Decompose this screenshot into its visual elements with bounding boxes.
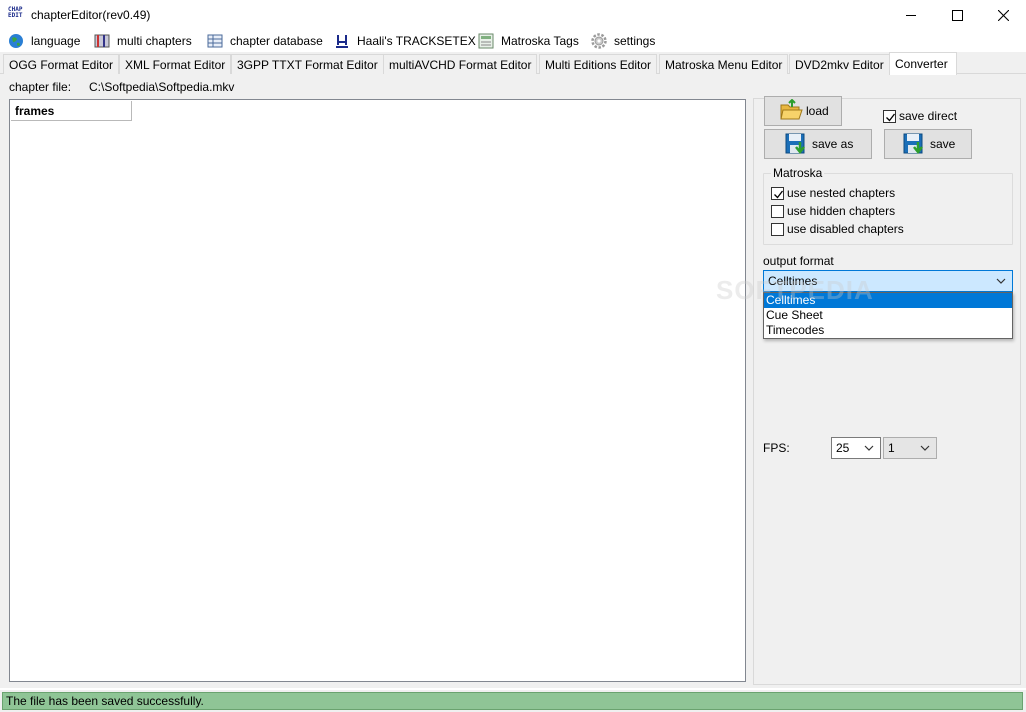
save-icon bbox=[903, 132, 927, 156]
save-as-icon bbox=[785, 132, 809, 156]
menu-settings[interactable]: settings bbox=[591, 31, 655, 51]
tags-icon bbox=[478, 33, 494, 49]
close-button[interactable] bbox=[980, 0, 1026, 30]
tab-dvd2mkv-editor[interactable]: DVD2mkv Editor bbox=[789, 54, 890, 74]
globe-icon bbox=[8, 33, 24, 49]
status-message: The file has been saved successfully. bbox=[2, 692, 1023, 710]
status-bar: The file has been saved successfully. bbox=[0, 690, 1026, 712]
output-format-option-timecodes[interactable]: Timecodes bbox=[764, 323, 1012, 338]
options-panel: load save direct save as save Matroska u… bbox=[753, 96, 1021, 685]
save-direct-checkbox[interactable]: save direct bbox=[883, 109, 957, 123]
fps-select[interactable]: 25 bbox=[831, 437, 881, 459]
output-format-dropdown: Celltimes Cue Sheet Timecodes bbox=[763, 292, 1013, 339]
output-format-label: output format bbox=[763, 254, 834, 268]
minimize-button[interactable] bbox=[888, 0, 934, 30]
frames-list[interactable]: frames bbox=[9, 99, 746, 682]
use-disabled-chapters-checkbox[interactable]: use disabled chapters bbox=[771, 222, 904, 236]
maximize-icon bbox=[951, 9, 963, 21]
use-nested-chapters-checkbox[interactable]: use nested chapters bbox=[771, 186, 895, 200]
gear-icon bbox=[591, 33, 607, 49]
matroska-group: Matroska use nested chapters use hidden … bbox=[763, 166, 1013, 245]
app-icon: CHAP EDIT bbox=[8, 6, 23, 19]
tab-ogg-format-editor[interactable]: OGG Format Editor bbox=[3, 54, 120, 74]
checkbox-box bbox=[771, 204, 784, 218]
tab-matroska-menu-editor[interactable]: Matroska Menu Editor bbox=[659, 54, 789, 74]
checkbox-box bbox=[771, 186, 784, 200]
window-title: chapterEditor(rev0.49) bbox=[31, 8, 151, 22]
chevron-down-icon bbox=[996, 278, 1006, 284]
fps-label: FPS: bbox=[763, 441, 790, 455]
menu-chapter-database[interactable]: chapter database bbox=[207, 31, 323, 51]
save-button[interactable]: save bbox=[884, 129, 972, 159]
chevron-down-icon bbox=[864, 445, 874, 451]
tab-multiavchd-format-editor[interactable]: multiAVCHD Format Editor bbox=[383, 54, 538, 74]
title-bar: CHAP EDIT chapterEditor(rev0.49) bbox=[0, 0, 1026, 30]
haali-icon bbox=[334, 33, 350, 49]
maximize-button[interactable] bbox=[934, 0, 980, 30]
frames-column-header[interactable]: frames bbox=[11, 101, 132, 121]
checkbox-box bbox=[771, 222, 784, 236]
tab-multi-editions-editor[interactable]: Multi Editions Editor bbox=[539, 54, 658, 74]
load-button[interactable]: load bbox=[764, 96, 842, 126]
use-hidden-chapters-checkbox[interactable]: use hidden chapters bbox=[771, 204, 895, 218]
menu-multi-chapters[interactable]: multi chapters bbox=[94, 31, 192, 51]
folder-open-icon bbox=[779, 98, 803, 123]
tab-converter[interactable]: Converter bbox=[889, 52, 957, 75]
output-format-option-celltimes[interactable]: Celltimes bbox=[764, 293, 1012, 308]
checkbox-box bbox=[883, 109, 896, 123]
matroska-group-title: Matroska bbox=[771, 166, 825, 180]
converter-panel: chapter file: C:\Softpedia\Softpedia.mkv… bbox=[0, 74, 1026, 688]
chapter-file-label: chapter file: bbox=[9, 80, 72, 94]
output-format-option-cue-sheet[interactable]: Cue Sheet bbox=[764, 308, 1012, 323]
tab-3gpp-ttxt-format-editor[interactable]: 3GPP TTXT Format Editor bbox=[231, 54, 384, 74]
output-format-select[interactable]: Celltimes bbox=[763, 270, 1013, 292]
database-icon bbox=[207, 33, 223, 49]
book-icon bbox=[94, 33, 110, 49]
fps-divisor-select[interactable]: 1 bbox=[883, 437, 937, 459]
menu-bar: language multi chapters chapter database… bbox=[0, 30, 1026, 52]
chevron-down-icon bbox=[920, 445, 930, 451]
menu-matroska-tags[interactable]: Matroska Tags bbox=[478, 31, 579, 51]
close-icon bbox=[997, 9, 1009, 21]
tab-xml-format-editor[interactable]: XML Format Editor bbox=[119, 54, 232, 74]
chapter-file-path: C:\Softpedia\Softpedia.mkv bbox=[89, 80, 235, 94]
menu-language[interactable]: language bbox=[8, 31, 80, 51]
minimize-icon bbox=[905, 14, 916, 16]
save-as-button[interactable]: save as bbox=[764, 129, 872, 159]
menu-haali-tracksetex[interactable]: Haali's TRACKSETEX bbox=[334, 31, 476, 51]
tab-strip: OGG Format Editor XML Format Editor 3GPP… bbox=[0, 52, 1026, 75]
